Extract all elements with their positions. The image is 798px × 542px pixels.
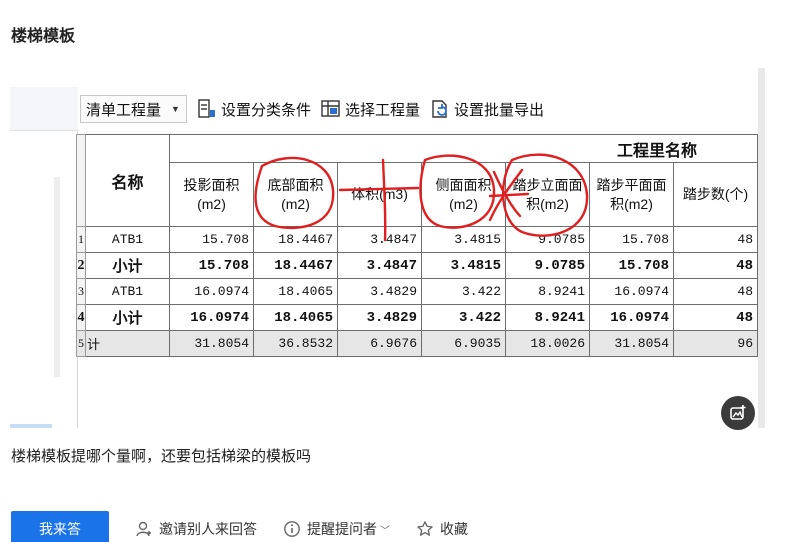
table-cell: 8.9241 bbox=[505, 278, 590, 305]
row-name: 小计 bbox=[85, 304, 170, 331]
select-quantity-button[interactable]: 选择工程量 bbox=[321, 99, 420, 120]
table-cell: 36.8532 bbox=[253, 330, 338, 357]
table-cell: 3.4829 bbox=[337, 304, 422, 331]
table-cell: 6.9676 bbox=[337, 330, 422, 357]
export-icon bbox=[432, 100, 447, 118]
column-header: 投影面积(m2) bbox=[169, 162, 254, 227]
column-header: 侧面面积(m2) bbox=[421, 162, 506, 227]
row-name: 小计 bbox=[85, 252, 170, 279]
row-number: 5 bbox=[76, 330, 86, 357]
table-cell: 9.0785 bbox=[505, 252, 590, 279]
batch-export-label: 设置批量导出 bbox=[453, 101, 544, 119]
classify-settings-label: 设置分类条件 bbox=[220, 101, 311, 119]
remind-asker-label: 提醒提问者 bbox=[307, 521, 377, 537]
table-cell: 48 bbox=[673, 304, 758, 331]
table-cell: 16.0974 bbox=[589, 304, 674, 331]
row-name: 计 bbox=[85, 330, 170, 357]
favorite-link[interactable]: 收藏 bbox=[416, 519, 468, 539]
chevron-down-icon: ▼ bbox=[171, 104, 180, 114]
favorite-label: 收藏 bbox=[440, 521, 468, 537]
table-cell: 18.4065 bbox=[253, 304, 338, 331]
row-number: 4 bbox=[76, 304, 86, 331]
grid-select-icon bbox=[321, 100, 340, 117]
answer-actions: 我来答 邀请别人来回答 提醒提问者 ﹀ 收藏 bbox=[11, 511, 468, 542]
chevron-down-icon: ﹀ bbox=[380, 525, 390, 537]
table-cell: 48 bbox=[673, 278, 758, 305]
left-panel-scrollbar bbox=[54, 177, 60, 377]
invite-answer-link[interactable]: 邀请别人来回答 bbox=[135, 519, 257, 539]
table-cell: 31.8054 bbox=[589, 330, 674, 357]
column-header: 踏步立面面积(m2) bbox=[505, 162, 590, 227]
table-cell: 15.708 bbox=[589, 252, 674, 279]
left-panel-selection bbox=[10, 424, 52, 428]
star-icon bbox=[417, 521, 433, 536]
invite-answer-label: 邀请别人来回答 bbox=[159, 521, 257, 537]
quantity-type-select[interactable]: 清单工程量 ▼ bbox=[80, 95, 187, 123]
row-number: 3 bbox=[76, 278, 86, 305]
classify-icon bbox=[198, 99, 215, 118]
software-toolbar: 清单工程量 ▼ 设置分类条件 选择工程量 设置批量导出 bbox=[80, 92, 544, 126]
remind-asker-link[interactable]: 提醒提问者 ﹀ bbox=[283, 519, 390, 539]
column-header: 体积(m3) bbox=[337, 162, 422, 227]
table-cell: 3.4815 bbox=[421, 252, 506, 279]
table-cell: 15.708 bbox=[169, 226, 254, 253]
table-cell: 16.0974 bbox=[589, 278, 674, 305]
table-cell: 9.0785 bbox=[505, 226, 590, 253]
table-cell: 31.8054 bbox=[169, 330, 254, 357]
name-column-header: 名称 bbox=[85, 134, 170, 227]
table-row: 3 ATB1 16.0974 18.4065 3.4829 3.422 8.92… bbox=[76, 278, 758, 305]
table-cell: 3.422 bbox=[421, 304, 506, 331]
image-edit-icon bbox=[730, 405, 746, 420]
table-cell: 18.4467 bbox=[253, 226, 338, 253]
table-cell: 3.4815 bbox=[421, 226, 506, 253]
table-cell: 48 bbox=[673, 226, 758, 253]
table-cell: 3.422 bbox=[421, 278, 506, 305]
table-cell: 3.4847 bbox=[337, 226, 422, 253]
group-header: 工程里名称 bbox=[169, 134, 758, 163]
row-number: 2 bbox=[76, 252, 86, 279]
row-name: ATB1 bbox=[85, 278, 170, 305]
table-cell: 16.0974 bbox=[169, 304, 254, 331]
table-cell: 15.708 bbox=[589, 226, 674, 253]
table-cell: 6.9035 bbox=[421, 330, 506, 357]
table-cell: 96 bbox=[673, 330, 758, 357]
table-cell: 8.9241 bbox=[505, 304, 590, 331]
table-cell: 16.0974 bbox=[169, 278, 254, 305]
table-row: 5 计 31.8054 36.8532 6.9676 6.9035 18.002… bbox=[76, 330, 758, 357]
table-row: 1 ATB1 15.708 18.4467 3.4847 3.4815 9.07… bbox=[76, 226, 758, 253]
question-screenshot[interactable]: 清单工程量 ▼ 设置分类条件 选择工程量 设置批量导出 名称 工程里名称 投影面… bbox=[10, 68, 765, 428]
software-left-panel bbox=[10, 87, 78, 428]
question-title: 楼梯模板 bbox=[11, 28, 76, 45]
table-cell: 3.4829 bbox=[337, 278, 422, 305]
table-cell: 18.4065 bbox=[253, 278, 338, 305]
quantity-table: 名称 工程里名称 投影面积(m2) 底部面积(m2) 体积(m3) 侧面面积(m… bbox=[76, 134, 758, 357]
column-header: 底部面积(m2) bbox=[253, 162, 338, 227]
table-cell: 15.708 bbox=[169, 252, 254, 279]
row-name: ATB1 bbox=[85, 226, 170, 253]
table-cell: 3.4847 bbox=[337, 252, 422, 279]
column-header: 踏步数(个) bbox=[673, 162, 758, 227]
select-quantity-label: 选择工程量 bbox=[344, 101, 420, 119]
user-add-icon bbox=[136, 521, 151, 537]
software-right-edge bbox=[758, 68, 765, 428]
quantity-type-value: 清单工程量 bbox=[86, 101, 162, 119]
answer-button[interactable]: 我来答 bbox=[11, 511, 109, 542]
classify-settings-button[interactable]: 设置分类条件 bbox=[197, 99, 311, 120]
info-icon bbox=[284, 521, 300, 537]
table-cell: 18.0026 bbox=[505, 330, 590, 357]
column-header: 踏步平面面积(m2) bbox=[589, 162, 674, 227]
table-cell: 18.4467 bbox=[253, 252, 338, 279]
table-row: 4 小计 16.0974 18.4065 3.4829 3.422 8.9241… bbox=[76, 304, 758, 331]
image-action-button[interactable] bbox=[721, 396, 755, 430]
table-row: 2 小计 15.708 18.4467 3.4847 3.4815 9.0785… bbox=[76, 252, 758, 279]
row-number: 1 bbox=[76, 226, 86, 253]
left-panel-header bbox=[10, 87, 78, 131]
row-number-header bbox=[76, 134, 86, 227]
table-cell: 48 bbox=[673, 252, 758, 279]
batch-export-button[interactable]: 设置批量导出 bbox=[430, 99, 544, 120]
question-body: 楼梯模板提哪个量啊，还要包括梯梁的模板吗 bbox=[11, 448, 312, 465]
